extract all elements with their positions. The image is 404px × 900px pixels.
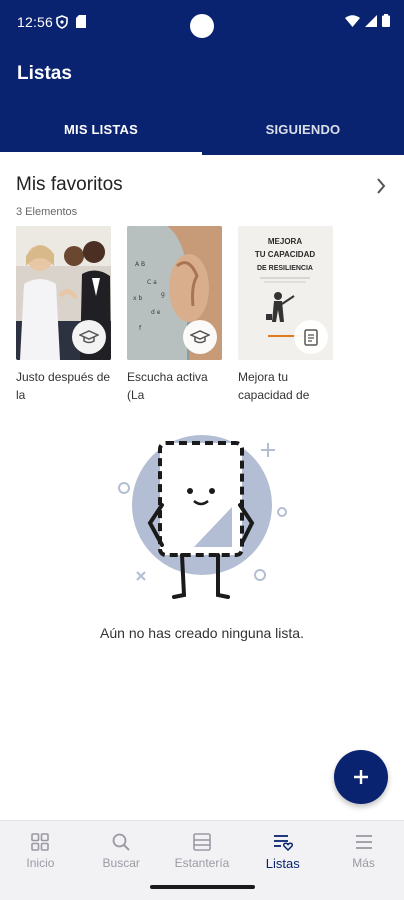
status-bar: 12:56 — [0, 0, 404, 46]
location-icon — [56, 15, 68, 29]
favorite-card[interactable]: MEJORA TU CAPACIDAD DE RESILIENCIA Mejor… — [238, 226, 333, 404]
shelf-icon — [193, 833, 211, 851]
nav-item-estanteria[interactable]: Estantería — [162, 821, 243, 878]
tab-siguiendo[interactable]: SIGUIENDO — [202, 107, 404, 155]
search-icon — [112, 833, 130, 851]
card-thumbnail: A BC ax b d efg — [127, 226, 222, 360]
empty-state-message: Aún no has creado ninguna lista. — [100, 625, 304, 641]
nav-label: Más — [352, 856, 375, 870]
nav-label: Buscar — [102, 856, 140, 870]
cover-title-line-3: DE RESILIENCIA — [257, 265, 313, 272]
favorites-header[interactable]: Mis favoritos — [16, 174, 388, 200]
favorites-title: Mis favoritos — [16, 174, 123, 195]
bottom-navigation: Inicio Buscar Estantería Listas Más — [0, 820, 404, 878]
page-title: Listas — [17, 63, 72, 84]
nav-item-listas[interactable]: Listas — [242, 821, 323, 878]
nav-item-mas[interactable]: Más — [323, 821, 404, 878]
card-title: Justo después de la — [16, 370, 111, 402]
empty-list-illustration — [118, 435, 287, 599]
card-thumbnail: MEJORA TU CAPACIDAD DE RESILIENCIA — [238, 226, 333, 360]
card-title: Escucha activa (La — [127, 370, 208, 402]
battery-icon — [382, 14, 390, 27]
add-list-button[interactable] — [334, 750, 388, 804]
favorite-card[interactable]: A BC ax b d efg Escucha activa (La — [127, 226, 222, 404]
card-thumbnail — [16, 226, 111, 360]
sim-card-icon — [76, 15, 86, 28]
svg-text:d e: d e — [151, 309, 161, 316]
gesture-area — [0, 878, 404, 900]
menu-icon — [355, 835, 372, 849]
nav-label: Estantería — [174, 856, 230, 870]
graduation-cap-icon — [79, 330, 99, 344]
cover-title-line-1: MEJORA — [268, 237, 302, 246]
document-icon — [304, 328, 318, 346]
favorites-list: Justo después de la A BC ax b d efg Escu… — [16, 226, 333, 404]
list-heart-icon — [273, 835, 293, 852]
camera-cutout — [190, 14, 214, 38]
favorites-count: 3 Elementos — [16, 206, 78, 218]
nav-item-inicio[interactable]: Inicio — [0, 821, 81, 878]
favorite-card[interactable]: Justo después de la — [16, 226, 111, 404]
grid-icon — [31, 833, 50, 851]
status-time: 12:56 — [17, 14, 54, 30]
app-header: 12:56 Listas MIS LISTAS SIGUIENDO — [0, 0, 404, 155]
chevron-right-icon[interactable] — [376, 178, 386, 194]
wifi-icon — [345, 14, 360, 27]
graduation-cap-icon — [190, 330, 210, 344]
svg-text:x b: x b — [133, 295, 142, 302]
tab-bar: MIS LISTAS SIGUIENDO — [0, 107, 404, 155]
cover-title-line-2: TU CAPACIDAD — [255, 250, 316, 259]
nav-label: Listas — [265, 856, 300, 871]
nav-label: Inicio — [26, 856, 55, 870]
plus-icon — [354, 770, 368, 784]
svg-text:g: g — [161, 291, 165, 298]
svg-text:C a: C a — [147, 279, 157, 286]
tab-mis-listas[interactable]: MIS LISTAS — [0, 107, 202, 155]
home-gesture-bar[interactable] — [150, 885, 255, 889]
signal-icon — [365, 14, 377, 27]
card-title: Mejora tu capacidad de — [238, 370, 310, 402]
nav-item-buscar[interactable]: Buscar — [81, 821, 162, 878]
svg-text:A B: A B — [135, 261, 145, 268]
